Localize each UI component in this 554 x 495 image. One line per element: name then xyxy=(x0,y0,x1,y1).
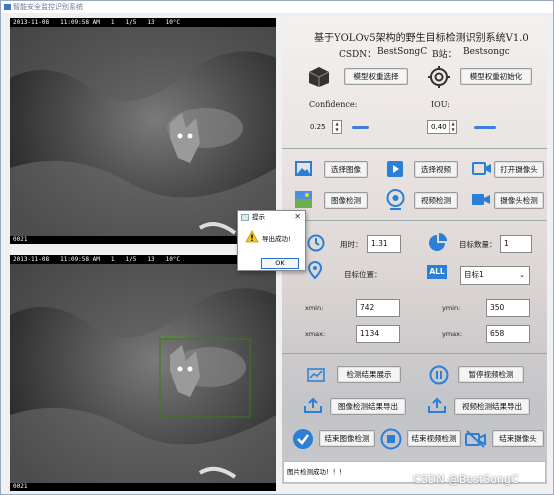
cam-field-3: 13 xyxy=(147,19,155,26)
window-title: 智能安全监控识别系统 xyxy=(13,3,83,11)
ymin-label: ymin: xyxy=(442,304,461,312)
date-text: 2013-11-08 xyxy=(13,256,50,263)
iou-spinbox[interactable]: 0.40 ▲ ▼ xyxy=(427,120,457,134)
camera-off-icon xyxy=(465,430,486,448)
confidence-label: Confidence: xyxy=(309,100,358,109)
open-camera-button[interactable]: 打开摄像头 xyxy=(494,161,544,178)
model-weight-select-button[interactable]: 模型权重选择 xyxy=(344,68,408,85)
video-detect-button[interactable]: 视频检测 xyxy=(414,192,458,209)
iou-value-text: 0.40 xyxy=(431,123,447,131)
ymax-label: ymax: xyxy=(442,330,463,338)
end-video-detect-button[interactable]: 结束视频检测 xyxy=(407,430,461,447)
end-camera-button[interactable]: 结束摄像头 xyxy=(492,430,544,447)
iou-label: IOU: xyxy=(431,100,450,109)
divider xyxy=(282,353,547,354)
crosshair-icon xyxy=(428,66,450,88)
bilibili-label: B站： xyxy=(432,50,457,60)
check-circle-icon xyxy=(293,429,313,449)
app-window: 智能安全监控识别系统 2013-11-08 11:09:58 AM 1 1/5 13 10… xyxy=(0,0,554,495)
image-detect-button[interactable]: 图像检测 xyxy=(324,192,368,209)
all-icon: ALL xyxy=(427,265,447,279)
camera-icon xyxy=(472,162,491,175)
cube-icon xyxy=(308,67,330,87)
end-image-detect-button[interactable]: 结束图像检测 xyxy=(319,430,375,447)
time-text: 11:09:58 AM xyxy=(60,19,100,26)
time-text: 11:09:58 AM xyxy=(60,256,100,263)
stop-circle-icon xyxy=(380,428,402,450)
temperature-text: 10°C xyxy=(165,19,181,26)
xmax-field[interactable]: 1134 xyxy=(356,325,400,343)
night-scene-detected-image xyxy=(10,255,276,491)
target-count-label: 目标数量： xyxy=(459,240,497,249)
clock-icon xyxy=(307,234,325,252)
date-text: 2013-11-08 xyxy=(13,19,50,26)
temperature-text: 10°C xyxy=(165,256,181,263)
model-weight-init-button[interactable]: 模型权重初始化 xyxy=(460,68,532,85)
detection-label: Muntjac 0.91 xyxy=(161,335,187,339)
picture-icon xyxy=(295,191,312,208)
image-icon xyxy=(295,161,312,176)
location-pin-icon xyxy=(307,261,323,280)
line-chart-icon xyxy=(307,368,325,382)
time-label: 用时： xyxy=(340,240,363,249)
cam-field-1: 1 xyxy=(110,19,115,26)
watermark: CSDN @BestSongC xyxy=(413,473,519,486)
camera-view-detection: 2013-11-08 11:09:58 AM 1 1/5 13 10°C Muntjac … xyxy=(10,255,276,491)
divider xyxy=(282,220,547,221)
pause-video-button[interactable]: 暂停视频检测 xyxy=(458,366,524,383)
camcorder-icon xyxy=(472,194,490,205)
camera-header: 2013-11-08 11:09:58 AM 1 1/5 13 10°C xyxy=(10,18,276,27)
export-video-result-button[interactable]: 视频检测结果导出 xyxy=(454,398,530,415)
app-icon xyxy=(4,4,11,10)
target-count-field[interactable]: 1 xyxy=(500,235,532,253)
control-panel: 基于YOLOv5架构的野生目标检测识别系统V1.0 CSDN： BestSong… xyxy=(282,18,547,484)
cam-field-2: 1/5 xyxy=(125,256,137,263)
cam-field-3: 13 xyxy=(147,256,155,263)
target-select-dropdown[interactable]: 目标1 ⌄ xyxy=(460,266,530,285)
webcam-icon xyxy=(386,189,405,210)
confidence-slider[interactable] xyxy=(352,126,369,129)
target-select-value: 目标1 xyxy=(464,270,484,279)
cam-field-1: 1 xyxy=(110,256,115,263)
pie-chart-icon xyxy=(429,233,447,251)
ymin-field[interactable]: 350 xyxy=(486,299,530,317)
iou-slider[interactable] xyxy=(474,126,496,129)
close-icon[interactable]: ✕ xyxy=(294,211,301,223)
upload-video-icon xyxy=(428,397,446,413)
ymax-field[interactable]: 658 xyxy=(486,325,530,343)
warning-icon xyxy=(245,230,259,243)
target-position-label: 目标位置： xyxy=(344,270,382,279)
camera-footer: 0021 xyxy=(10,483,276,491)
panel-title: 基于YOLOv5架构的野生目标检测识别系统V1.0 xyxy=(314,33,529,44)
title-bar: 智能安全监控识别系统 xyxy=(1,1,553,13)
export-image-result-button[interactable]: 图像检测结果导出 xyxy=(330,398,406,415)
xmin-label: xmin: xyxy=(305,304,324,312)
select-video-button[interactable]: 选择视频 xyxy=(414,161,458,178)
xmax-label: xmax: xyxy=(305,330,326,338)
spin-arrows[interactable]: ▲ ▼ xyxy=(449,121,456,133)
xmin-field[interactable]: 742 xyxy=(356,299,400,317)
upload-image-icon xyxy=(304,397,322,413)
show-result-button[interactable]: 检测结果展示 xyxy=(337,366,401,383)
message-dialog: 提示 ✕ 导出成功! OK xyxy=(237,210,306,271)
confidence-value-text: 0.25 xyxy=(310,123,326,131)
confidence-spinbox[interactable]: ▲ ▼ xyxy=(332,120,342,134)
status-text: 图片检测成功！！！ xyxy=(287,468,346,476)
dialog-message: 导出成功! xyxy=(262,235,291,243)
camera-detect-button[interactable]: 摄像头检测 xyxy=(494,192,544,209)
divider xyxy=(282,148,547,149)
time-value-field[interactable]: 1.31 xyxy=(367,235,401,253)
video-file-icon xyxy=(387,161,403,177)
chevron-down-icon: ⌄ xyxy=(519,271,525,279)
csdn-value: BestSongC xyxy=(377,47,428,57)
select-image-button[interactable]: 选择图像 xyxy=(324,161,368,178)
csdn-label: CSDN： xyxy=(339,50,377,60)
pause-icon xyxy=(429,365,449,385)
cam-field-2: 1/5 xyxy=(125,19,137,26)
bilibili-value: Bestsongc xyxy=(463,47,510,57)
ok-button[interactable]: OK xyxy=(261,258,299,269)
